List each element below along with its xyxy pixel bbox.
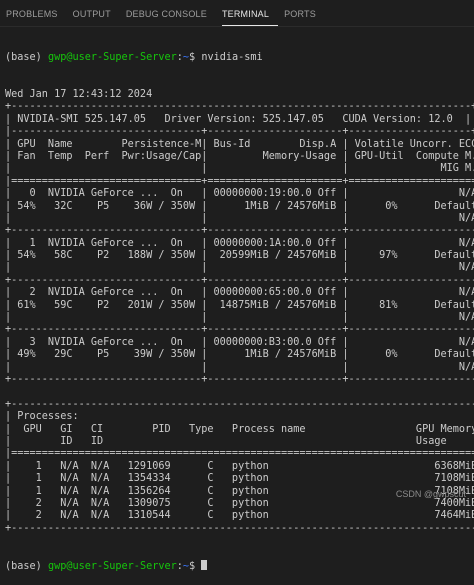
final-prompt-line: (base) gwp@user-Super-Server:~$ bbox=[5, 559, 474, 572]
terminal-line: | Fan Temp Perf Pwr:Usage/Cap| Memory-Us… bbox=[5, 150, 474, 162]
prompt-symbol: $ bbox=[189, 560, 202, 572]
terminal-line: | Processes: | bbox=[5, 411, 474, 423]
terminal-line: | 1 NVIDIA GeForce ... On | 00000000:1A:… bbox=[5, 237, 474, 249]
terminal-line: | 3 NVIDIA GeForce ... On | 00000000:B3:… bbox=[5, 336, 474, 348]
command-text: nvidia-smi bbox=[201, 51, 263, 63]
user-host: gwp@user-Super-Server bbox=[47, 51, 177, 63]
terminal-line: | 61% 59C P2 201W / 350W | 14875MiB / 24… bbox=[5, 299, 474, 311]
terminal-line: | 49% 29C P5 39W / 350W | 1MiB / 24576Mi… bbox=[5, 349, 474, 361]
terminal-line: | | | N/A | bbox=[5, 312, 474, 324]
terminal-line: | 1 N/A N/A 1354334 C python 7108MiB | bbox=[5, 473, 474, 485]
terminal-line: | 54% 58C P2 188W / 350W | 20599MiB / 24… bbox=[5, 250, 474, 262]
tab-terminal[interactable]: TERMINAL bbox=[221, 9, 279, 26]
command-prompt-line: (base) gwp@user-Super-Server:~$ nvidia-s… bbox=[5, 52, 474, 64]
terminal-line: | | | N/A | bbox=[5, 212, 474, 224]
terminal-line: | | | N/A | bbox=[5, 361, 474, 373]
terminal-line: +-------------------------------+-------… bbox=[5, 324, 474, 336]
watermark: CSDN @gwpscut bbox=[395, 489, 466, 499]
terminal-line: +---------------------------------------… bbox=[5, 101, 474, 113]
conda-env: (base) bbox=[5, 51, 48, 63]
terminal-line: |===============================+=======… bbox=[5, 175, 474, 187]
conda-env: (base) bbox=[5, 560, 48, 572]
terminal-line: | NVIDIA-SMI 525.147.05 Driver Version: … bbox=[5, 113, 472, 125]
terminal-line: | 1 N/A N/A 1291069 C python 6368MiB | bbox=[5, 460, 474, 472]
terminal-line: +---------------------------------------… bbox=[5, 398, 474, 410]
terminal-line: | 54% 32C P5 36W / 350W | 1MiB / 24576Mi… bbox=[5, 200, 474, 212]
terminal-line: +-------------------------------+-------… bbox=[5, 274, 474, 286]
tab-output[interactable]: OUTPUT bbox=[73, 9, 120, 26]
terminal-line: | 0 NVIDIA GeForce ... On | 00000000:19:… bbox=[5, 188, 474, 200]
terminal-line: | 2 N/A N/A 1310544 C python 7464MiB | bbox=[5, 510, 474, 522]
terminal-line: +-------------------------------+-------… bbox=[5, 225, 474, 237]
terminal-line: +-------------------------------+-------… bbox=[5, 374, 474, 385]
command-output: Wed Jan 17 12:43:12 2024 +---------------… bbox=[5, 89, 474, 535]
user-host: gwp@user-Super-Server bbox=[47, 560, 177, 572]
terminal-line: Wed Jan 17 12:43:12 2024 bbox=[5, 89, 153, 101]
prompt-symbol: $ bbox=[189, 51, 202, 63]
tab-problems[interactable]: PROBLEMS bbox=[6, 9, 67, 26]
terminal-line: | GPU GI CI PID Type Process name GPU Me… bbox=[5, 423, 474, 435]
terminal-line: | 2 N/A N/A 1309075 C python 7400MiB | bbox=[5, 497, 474, 509]
terminal-line: |-------------------------------+-------… bbox=[5, 126, 474, 138]
tab-ports[interactable]: PORTS bbox=[284, 9, 325, 26]
panel-tab-bar: PROBLEMS OUTPUT DEBUG CONSOLE TERMINAL P… bbox=[0, 0, 474, 27]
tab-debug-console[interactable]: DEBUG CONSOLE bbox=[126, 9, 216, 26]
terminal-output[interactable]: (base) gwp@user-Super-Server:~$ nvidia-s… bbox=[5, 27, 474, 572]
terminal-line: | ID ID Usage | bbox=[5, 435, 474, 447]
terminal-line: +---------------------------------------… bbox=[5, 522, 474, 534]
text-cursor bbox=[201, 559, 208, 570]
terminal-line: | | | MIG M. | bbox=[5, 163, 474, 175]
terminal-line: | GPU Name Persistence-M| Bus-Id Disp.A … bbox=[5, 138, 474, 150]
terminal-line: |=======================================… bbox=[5, 448, 474, 460]
terminal-line: | | | N/A | bbox=[5, 262, 474, 274]
terminal-line: | 2 NVIDIA GeForce ... On | 00000000:65:… bbox=[5, 287, 474, 299]
